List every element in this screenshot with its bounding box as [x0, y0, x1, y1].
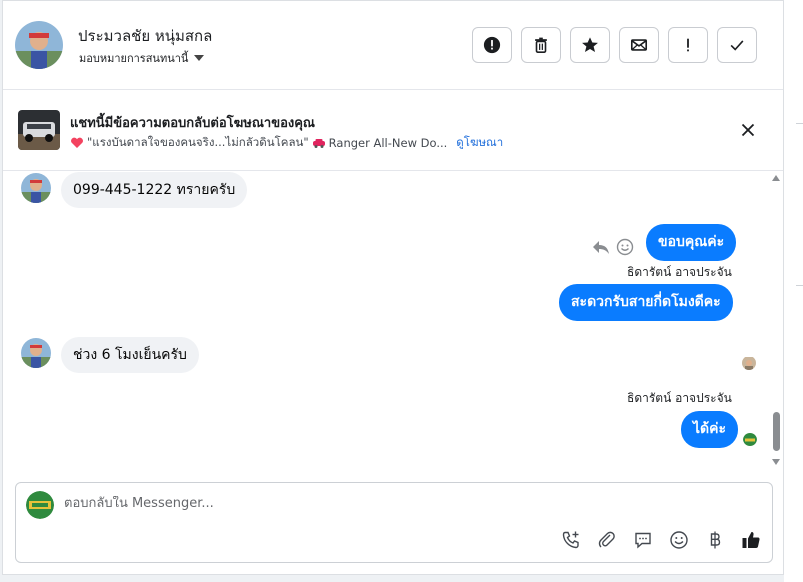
contact-avatar-small: [21, 173, 51, 203]
ad-quote: "แรงบันดาลใจของคนจริง...ไม่กลัวดินโคลน": [87, 135, 309, 149]
ad-banner-subtitle: "แรงบันดาลใจของคนจริง...ไม่กลัวดินโคลน" …: [70, 134, 503, 152]
incoming-message[interactable]: 099-445-1222 ทรายครับ: [61, 172, 248, 208]
ad-headline: Ranger All-New Do...: [328, 136, 448, 150]
attach-button[interactable]: [596, 529, 618, 551]
contact-avatar[interactable]: [15, 21, 63, 69]
chat-bubble-icon: [635, 532, 651, 549]
mark-unread-button[interactable]: [619, 27, 659, 63]
page-avatar-read-receipt: [743, 432, 757, 446]
heart-icon: [71, 137, 83, 148]
close-icon[interactable]: [739, 121, 757, 139]
baht-icon: [710, 531, 721, 549]
scroll-up-arrow-icon[interactable]: [772, 175, 780, 181]
composer-tools: [560, 529, 762, 551]
star-button[interactable]: [570, 27, 610, 63]
trash-icon: [535, 37, 547, 54]
emoji-button[interactable]: [668, 529, 690, 551]
scroll-down-arrow-icon[interactable]: [772, 459, 780, 465]
page-avatar: [26, 491, 54, 519]
follow-up-button[interactable]: [668, 27, 708, 63]
assign-conversation-dropdown[interactable]: มอบหมายการสนทนานี้: [79, 49, 205, 67]
view-ad-link[interactable]: ดูโฆษณา: [456, 134, 503, 152]
delete-button[interactable]: [521, 27, 561, 63]
payment-button[interactable]: [704, 529, 726, 551]
adjacent-panel-edge: [784, 0, 803, 582]
saved-replies-button[interactable]: [632, 529, 654, 551]
exclamation-icon: [687, 38, 689, 52]
message-list[interactable]: 099-445-1222 ทรายครับ ขอบคุณค่ะ ธิดารัตน…: [3, 172, 783, 472]
sender-name: ธิดารัตน์ อาจประจัน: [627, 265, 732, 279]
checkmark-icon: [730, 40, 744, 51]
divider: [796, 123, 803, 124]
assign-label: มอบหมายการสนทนานี้: [79, 52, 189, 65]
seen-avatar: [742, 356, 756, 370]
paperclip-icon: [598, 531, 615, 548]
thumbs-up-button[interactable]: [740, 529, 762, 551]
outgoing-message[interactable]: ขอบคุณค่ะ: [646, 224, 737, 261]
ad-banner-title: แชทนี้มีข้อความตอบกลับต่อโฆษณาของคุณ: [70, 116, 315, 131]
caret-down-icon: [194, 55, 205, 61]
contact-avatar-small: [21, 338, 51, 368]
sender-name: ธิดารัตน์ อาจประจัน: [627, 391, 732, 405]
message-input[interactable]: [64, 496, 664, 511]
thumbs-up-icon: [742, 532, 760, 548]
outgoing-message[interactable]: สะดวกรับสายกี่ดโมงดีคะ: [559, 284, 733, 321]
mark-spam-button[interactable]: [472, 27, 512, 63]
smiley-icon: [670, 531, 688, 549]
call-button[interactable]: [560, 529, 582, 551]
car-icon: [312, 139, 325, 148]
alert-circle-icon: [483, 36, 501, 54]
scrollbar-thumb[interactable]: [773, 412, 780, 451]
reply-icon[interactable]: [592, 239, 610, 255]
header-actions: [472, 27, 757, 63]
ad-thumbnail[interactable]: [18, 110, 60, 150]
incoming-message[interactable]: ช่วง 6 โมงเย็นครับ: [61, 337, 199, 373]
ad-reply-banner: แชทนี้มีข้อความตอบกลับต่อโฆษณาของคุณ "แร…: [3, 91, 783, 171]
mark-done-button[interactable]: [717, 27, 757, 63]
contact-name: ประมวลชัย หนุ่มสกล: [78, 27, 213, 45]
envelope-icon: [630, 39, 648, 51]
emoji-react-icon[interactable]: [616, 238, 634, 256]
outgoing-message[interactable]: ได้ค่ะ: [681, 411, 739, 448]
conversation-header: ประมวลชัย หนุ่มสกล มอบหมายการสนทนานี้: [3, 1, 783, 90]
divider: [796, 285, 803, 286]
reply-composer: [15, 482, 773, 563]
conversation-panel: ประมวลชัย หนุ่มสกล มอบหมายการสนทนานี้ แช…: [2, 0, 784, 575]
phone-plus-icon: [562, 531, 579, 549]
star-icon: [582, 37, 598, 53]
